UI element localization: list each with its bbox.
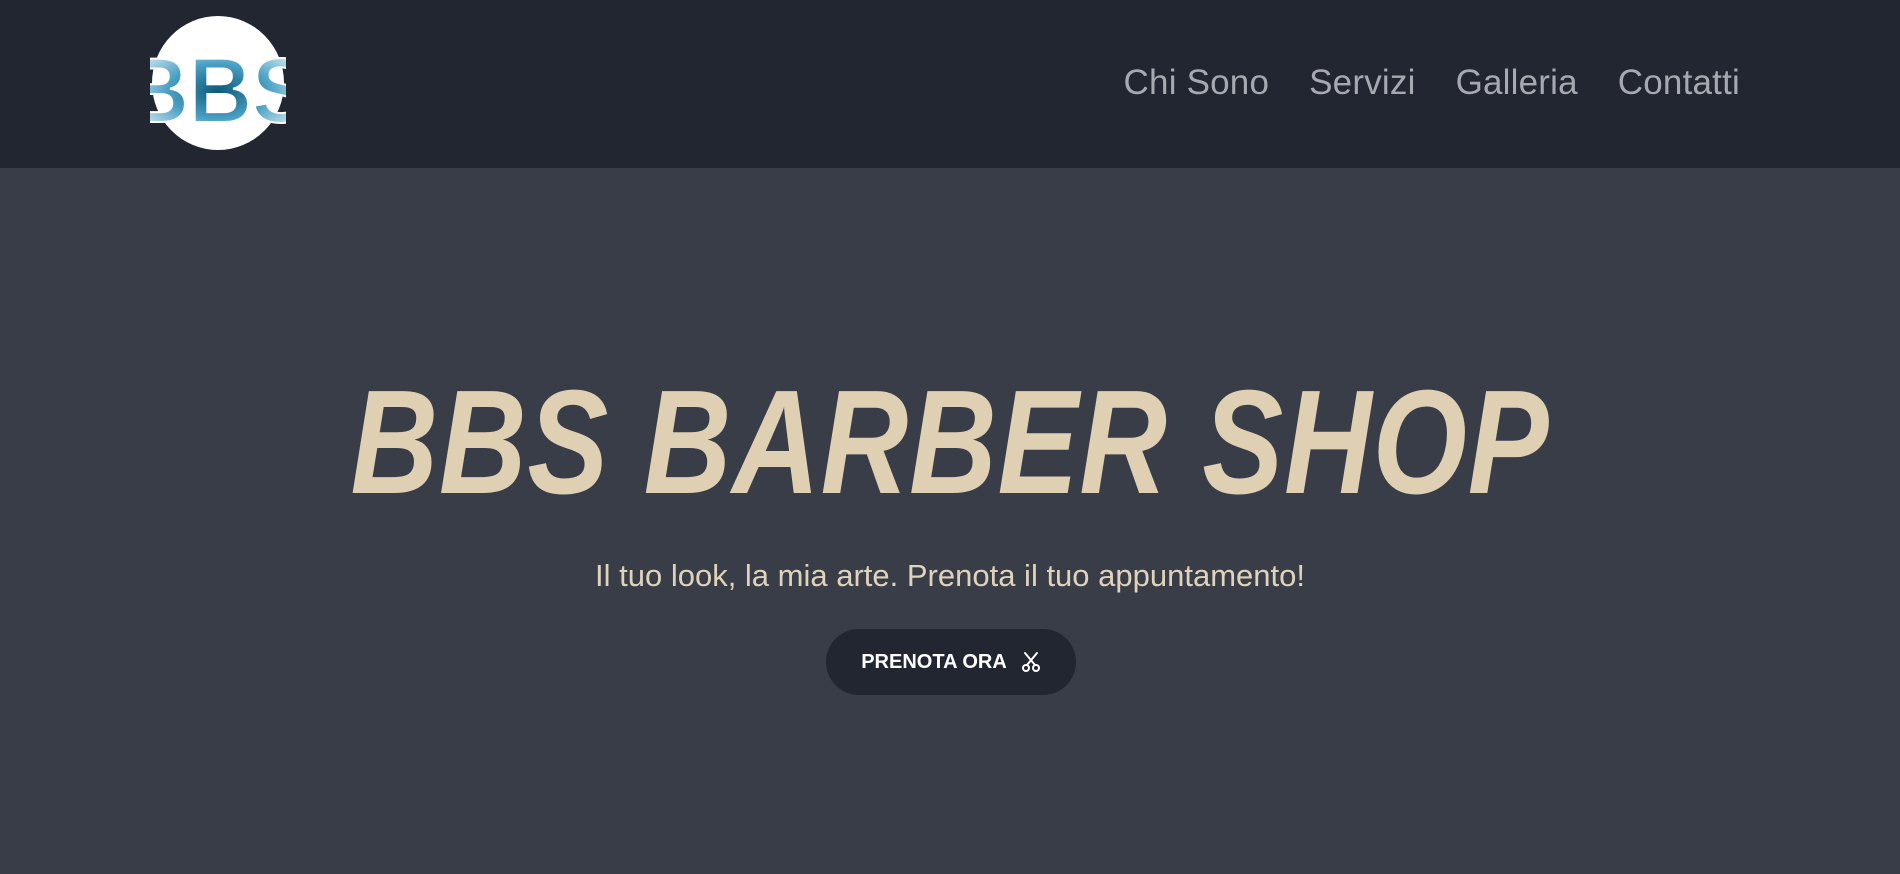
- bbs-logo-icon: BBS: [125, 16, 311, 150]
- svg-text:BBS: BBS: [150, 40, 286, 143]
- hero-title: BBS BARBER SHOP: [350, 360, 1550, 525]
- book-now-button[interactable]: PRENOTA ORA: [826, 629, 1076, 695]
- nav-link-chi-sono[interactable]: Chi Sono: [1124, 58, 1270, 108]
- hero-section: BBS BARBER SHOP Il tuo look, la mia arte…: [0, 168, 1900, 874]
- hero-subtitle: Il tuo look, la mia arte. Prenota il tuo…: [595, 558, 1305, 593]
- book-now-label: PRENOTA ORA: [861, 650, 1007, 673]
- scissors-icon: [1021, 651, 1041, 673]
- nav-link-contatti[interactable]: Contatti: [1618, 58, 1740, 108]
- logo-link[interactable]: BBS: [125, 14, 311, 152]
- nav-link-galleria[interactable]: Galleria: [1456, 58, 1578, 108]
- nav-link-servizi[interactable]: Servizi: [1309, 58, 1415, 108]
- main-nav: Chi Sono Servizi Galleria Contatti: [1124, 58, 1740, 108]
- navbar: BBS Chi Sono Servizi Galleria Contatti: [0, 0, 1900, 168]
